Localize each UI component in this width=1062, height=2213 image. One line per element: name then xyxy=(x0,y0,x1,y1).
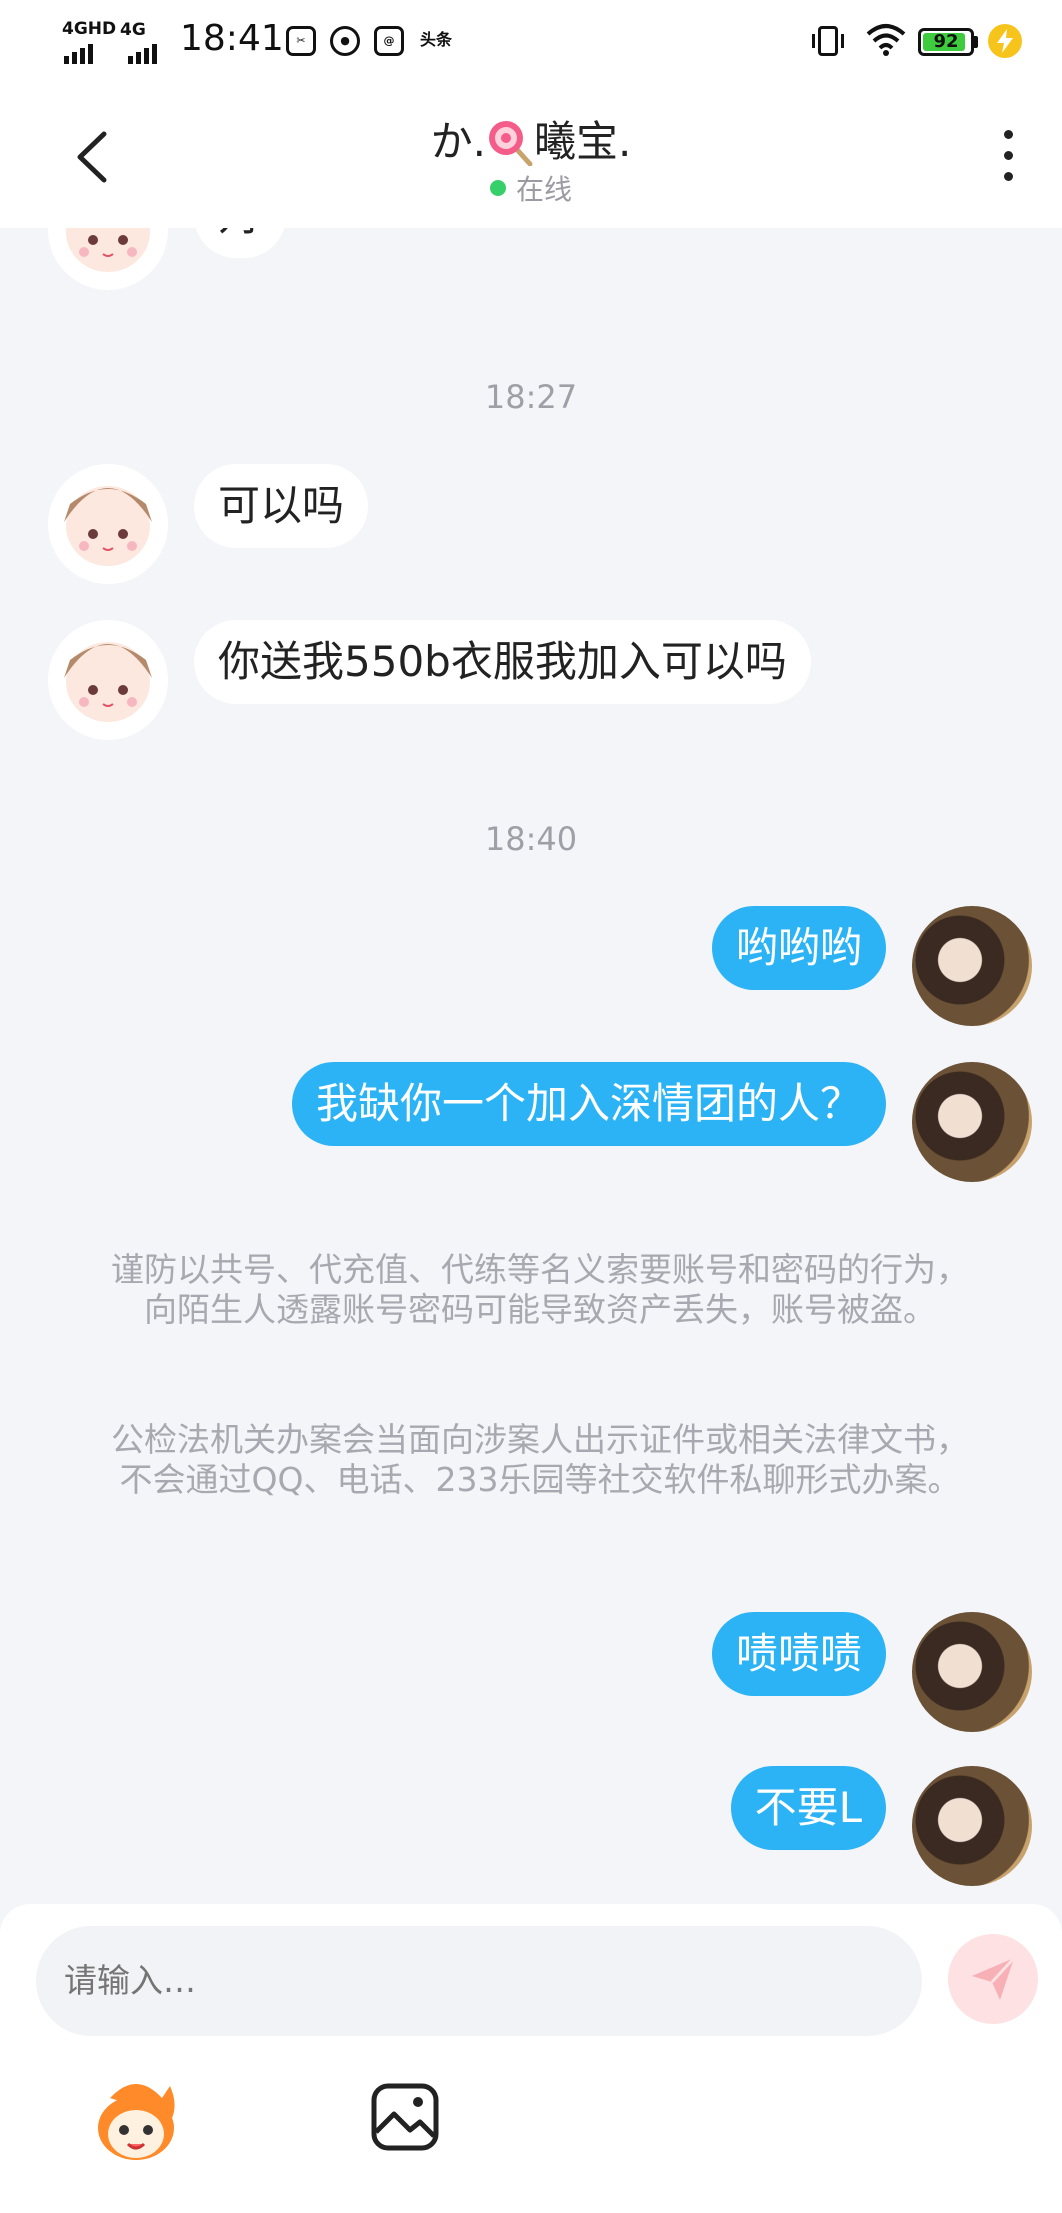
message-bubble-out[interactable]: 哟哟哟 xyxy=(711,906,886,990)
message-bubble-in[interactable]: 你送我550b衣服我加入可以吗 xyxy=(194,620,811,704)
qq-mail-icon: @ xyxy=(374,26,404,56)
battery-percent: 92 xyxy=(933,31,959,52)
lollipop-icon xyxy=(486,118,534,167)
send-button[interactable] xyxy=(948,1934,1038,2024)
charging-icon xyxy=(988,24,1022,58)
message-bubble-in[interactable]: 可以吗 xyxy=(194,464,369,548)
scissors-icon: ✂ xyxy=(286,26,316,56)
message-bubble-out[interactable]: 我缺你一个加入深情团的人？ xyxy=(291,1062,886,1146)
user-avatar[interactable] xyxy=(912,1062,1032,1182)
status-bar: 4GHD 4G 18:41 ✂ ● @ 头条 92 xyxy=(0,0,1062,80)
contact-avatar[interactable] xyxy=(48,620,168,740)
wechat-icon: ● xyxy=(330,26,360,56)
safety-notice: 谨防以共号、代充值、代练等名义索要账号和密码的行为，向陌生人透露账号密码可能导致… xyxy=(111,1250,969,1329)
safety-notice: 公检法机关办案会当面向涉案人出示证件或相关法律文书，不会通过QQ、电话、233乐… xyxy=(111,1420,969,1499)
battery-tip xyxy=(974,36,978,48)
image-picker-icon[interactable] xyxy=(370,2082,440,2152)
battery-icon: 92 xyxy=(918,28,974,56)
mascot-emoji-icon[interactable] xyxy=(90,2074,182,2166)
wifi-icon xyxy=(866,24,906,56)
title-suffix: 曦宝. xyxy=(534,117,632,166)
chat-header: か. 曦宝. 在线 xyxy=(0,80,1062,228)
toutiao-icon: 头条 xyxy=(420,26,453,50)
message-bubble-out[interactable]: 不要L xyxy=(730,1766,886,1850)
user-avatar[interactable] xyxy=(912,1612,1032,1732)
status-time: 18:41 xyxy=(180,18,284,59)
user-avatar[interactable] xyxy=(912,1766,1032,1886)
input-bar xyxy=(0,1904,1062,2213)
chat-title: か. 曦宝. xyxy=(0,108,1062,169)
title-prefix: か. xyxy=(430,117,486,166)
message-input[interactable] xyxy=(36,1926,922,2036)
send-icon xyxy=(972,1956,1016,2000)
online-dot xyxy=(489,180,506,196)
message-bubble-out[interactable]: 啧啧啧 xyxy=(711,1612,886,1696)
message-timestamp: 18:27 xyxy=(484,378,578,416)
signal-icon-2 xyxy=(128,34,157,64)
vibrate-icon xyxy=(812,26,844,56)
contact-avatar[interactable] xyxy=(48,464,168,584)
online-label: 在线 xyxy=(515,173,572,206)
signal-icon xyxy=(64,34,93,64)
message-timestamp: 18:40 xyxy=(484,820,578,858)
more-icon[interactable] xyxy=(1002,130,1014,186)
user-avatar[interactable] xyxy=(912,906,1032,1026)
online-status: 在线 xyxy=(0,168,1062,208)
